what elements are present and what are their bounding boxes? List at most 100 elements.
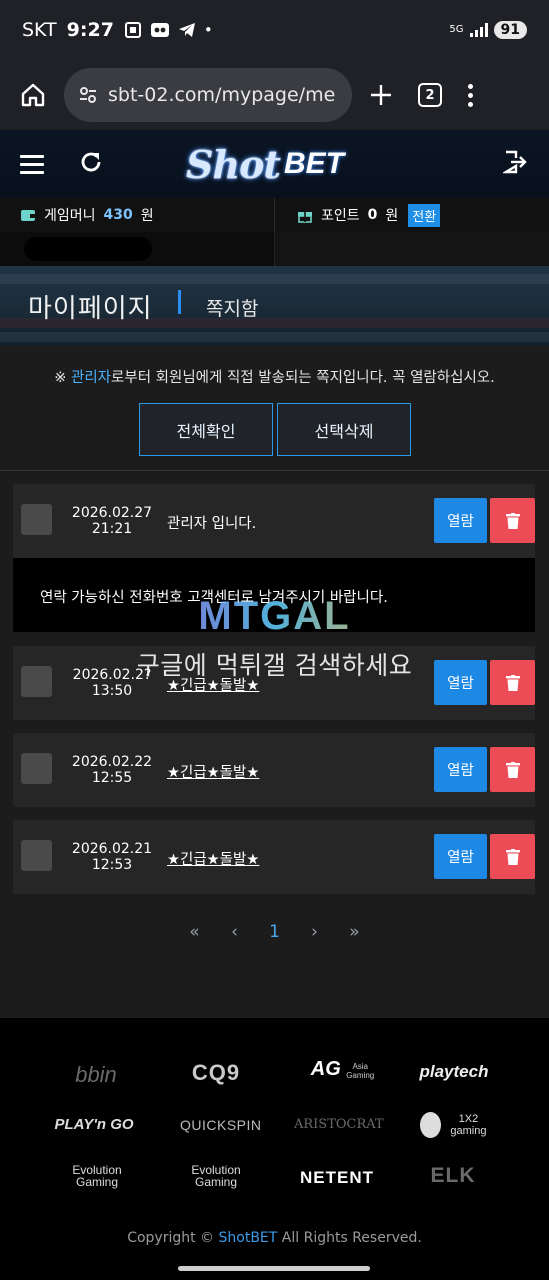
footer: bbin CQ9 AG Asia Gaming playtech PLAY'n …	[0, 1018, 549, 1280]
message-checkbox[interactable]	[21, 753, 52, 784]
home-icon	[21, 83, 45, 107]
provider-quickspin: QUICKSPIN	[180, 1117, 262, 1133]
game-money-label: 게임머니	[44, 208, 96, 224]
pagination: « ‹ 1 › »	[0, 922, 549, 942]
refresh-button[interactable]	[78, 149, 104, 179]
provider-elk: ELK	[430, 1164, 476, 1187]
site-logo[interactable]: Shot BET	[186, 136, 366, 192]
balance-bar: 게임머니 430 원 포인트 0 원 전환	[0, 198, 549, 232]
title-divider	[178, 290, 181, 314]
network-type: 5G	[449, 24, 464, 35]
provider-netent: NETENT	[300, 1168, 374, 1187]
message-checkbox[interactable]	[21, 504, 52, 535]
wallet-icon	[21, 210, 35, 221]
carrier-label: SKT	[22, 19, 57, 41]
delete-button[interactable]	[490, 834, 535, 879]
browser-menu-button[interactable]	[468, 83, 473, 107]
check-all-button[interactable]: 전체확인	[139, 403, 273, 456]
message-row[interactable]: 2026.02.21 12:53 ★긴급★돌발★ 열람	[13, 820, 535, 894]
message-date: 2026.02.21 12:53	[71, 841, 153, 873]
address-bar[interactable]: sbt-02.com/mypage/me	[64, 68, 352, 122]
trash-icon	[505, 512, 520, 529]
screenshot-icon	[124, 22, 141, 38]
open-button[interactable]: 열람	[434, 834, 487, 879]
divider	[0, 470, 549, 471]
home-button[interactable]	[14, 76, 52, 114]
delete-button[interactable]	[490, 747, 535, 792]
site-header: Shot BET	[0, 130, 549, 198]
message-title[interactable]: ★긴급★돌발★	[167, 761, 259, 782]
provider-evolution: Evolution Gaming	[72, 1163, 122, 1189]
tab-switcher-button[interactable]: 2	[418, 83, 442, 107]
plus-icon	[371, 85, 391, 105]
voicemail-icon	[150, 23, 169, 37]
message-title[interactable]: 관리자 입니다.	[167, 512, 256, 533]
signal-icon	[469, 23, 488, 37]
open-button[interactable]: 열람	[434, 747, 487, 792]
provider-cq9: CQ9	[191, 1060, 241, 1085]
gift-icon	[298, 212, 312, 223]
gesture-bar[interactable]	[178, 1266, 370, 1271]
refresh-icon	[81, 152, 101, 172]
provider-ag: AG Asia Gaming	[310, 1058, 375, 1080]
first-page-button[interactable]: «	[175, 922, 215, 942]
site-settings-icon[interactable]	[78, 85, 98, 105]
notification-dot: •	[203, 21, 213, 39]
message-row[interactable]: 2026.02.22 12:55 ★긴급★돌발★ 열람	[13, 733, 535, 807]
watermark: MTGAL 구글에 먹튀갤 검색하세요	[0, 594, 549, 680]
watermark-text: 구글에 먹튀갤 검색하세요	[136, 651, 413, 680]
url-text: sbt-02.com/mypage/me	[108, 84, 336, 106]
battery-icon: 91	[493, 21, 527, 39]
provider-aristocrat: ARISTOCRAT	[294, 1117, 384, 1132]
convert-button[interactable]: 전환	[408, 203, 441, 227]
watermark-logo: MTGAL	[0, 594, 549, 639]
logo-bet: BET	[283, 147, 344, 180]
logout-button[interactable]	[501, 150, 527, 178]
point-label: 포인트	[321, 208, 360, 224]
logo-shot: Shot	[186, 141, 281, 187]
provider-bbin: bbin	[75, 1062, 117, 1087]
page-subtitle: 쪽지함	[206, 298, 259, 320]
telegram-icon	[178, 23, 195, 37]
page-title: 마이페이지	[28, 294, 153, 324]
next-page-button[interactable]: ›	[295, 922, 335, 942]
message-row[interactable]: 2026.02.27 21:21 관리자 입니다. 열람	[13, 484, 535, 558]
provider-playngo: PLAY'n GO	[54, 1116, 134, 1133]
copyright: Copyright © ShotBET All Rights Reserved.	[127, 1230, 422, 1246]
message-title[interactable]: ★긴급★돌발★	[167, 848, 259, 869]
redacted-username	[24, 237, 152, 261]
page-banner: 마이페이지 쪽지함	[0, 266, 549, 346]
page-1[interactable]: 1	[255, 922, 295, 942]
clock: 9:27	[66, 19, 114, 41]
delete-selected-button[interactable]: 선택삭제	[277, 403, 411, 456]
point-unit: 원	[385, 208, 399, 224]
notice-admin: 관리자	[71, 370, 112, 386]
trash-icon	[505, 848, 520, 865]
provider-1x2: 1X2 gaming	[420, 1110, 492, 1140]
notice-prefix: ※	[54, 370, 71, 386]
message-date: 2026.02.27 21:21	[71, 505, 153, 537]
points: 포인트 0 원 전환	[274, 198, 548, 232]
browser-toolbar: sbt-02.com/mypage/me 2	[0, 60, 549, 130]
logout-icon	[501, 150, 527, 174]
message-checkbox[interactable]	[21, 840, 52, 871]
game-money-unit: 원	[140, 208, 154, 224]
last-page-button[interactable]: »	[335, 922, 375, 942]
new-tab-button[interactable]	[362, 76, 400, 114]
provider-playtech: playtech	[419, 1062, 489, 1081]
user-bar	[0, 232, 549, 266]
notice-text: ※ 관리자로부터 회원님에게 직접 발송되는 쪽지입니다. 꼭 열람하십시오.	[0, 366, 549, 387]
point-value: 0	[367, 207, 378, 223]
prev-page-button[interactable]: ‹	[215, 922, 255, 942]
menu-icon[interactable]	[20, 154, 44, 174]
trash-icon	[505, 761, 520, 778]
game-money: 게임머니 430 원	[0, 198, 274, 232]
status-bar: SKT 9:27 • 5G 91	[0, 0, 549, 60]
message-date: 2026.02.22 12:55	[71, 754, 153, 786]
game-money-value: 430	[103, 207, 133, 223]
footer-brand-link[interactable]: ShotBET	[219, 1230, 278, 1246]
delete-button[interactable]	[490, 498, 535, 543]
provider-evolution: Evolution Gaming	[191, 1163, 241, 1189]
open-button[interactable]: 열람	[434, 498, 487, 543]
notice-body: 로부터 회원님에게 직접 발송되는 쪽지입니다. 꼭 열람하십시오.	[111, 370, 495, 386]
